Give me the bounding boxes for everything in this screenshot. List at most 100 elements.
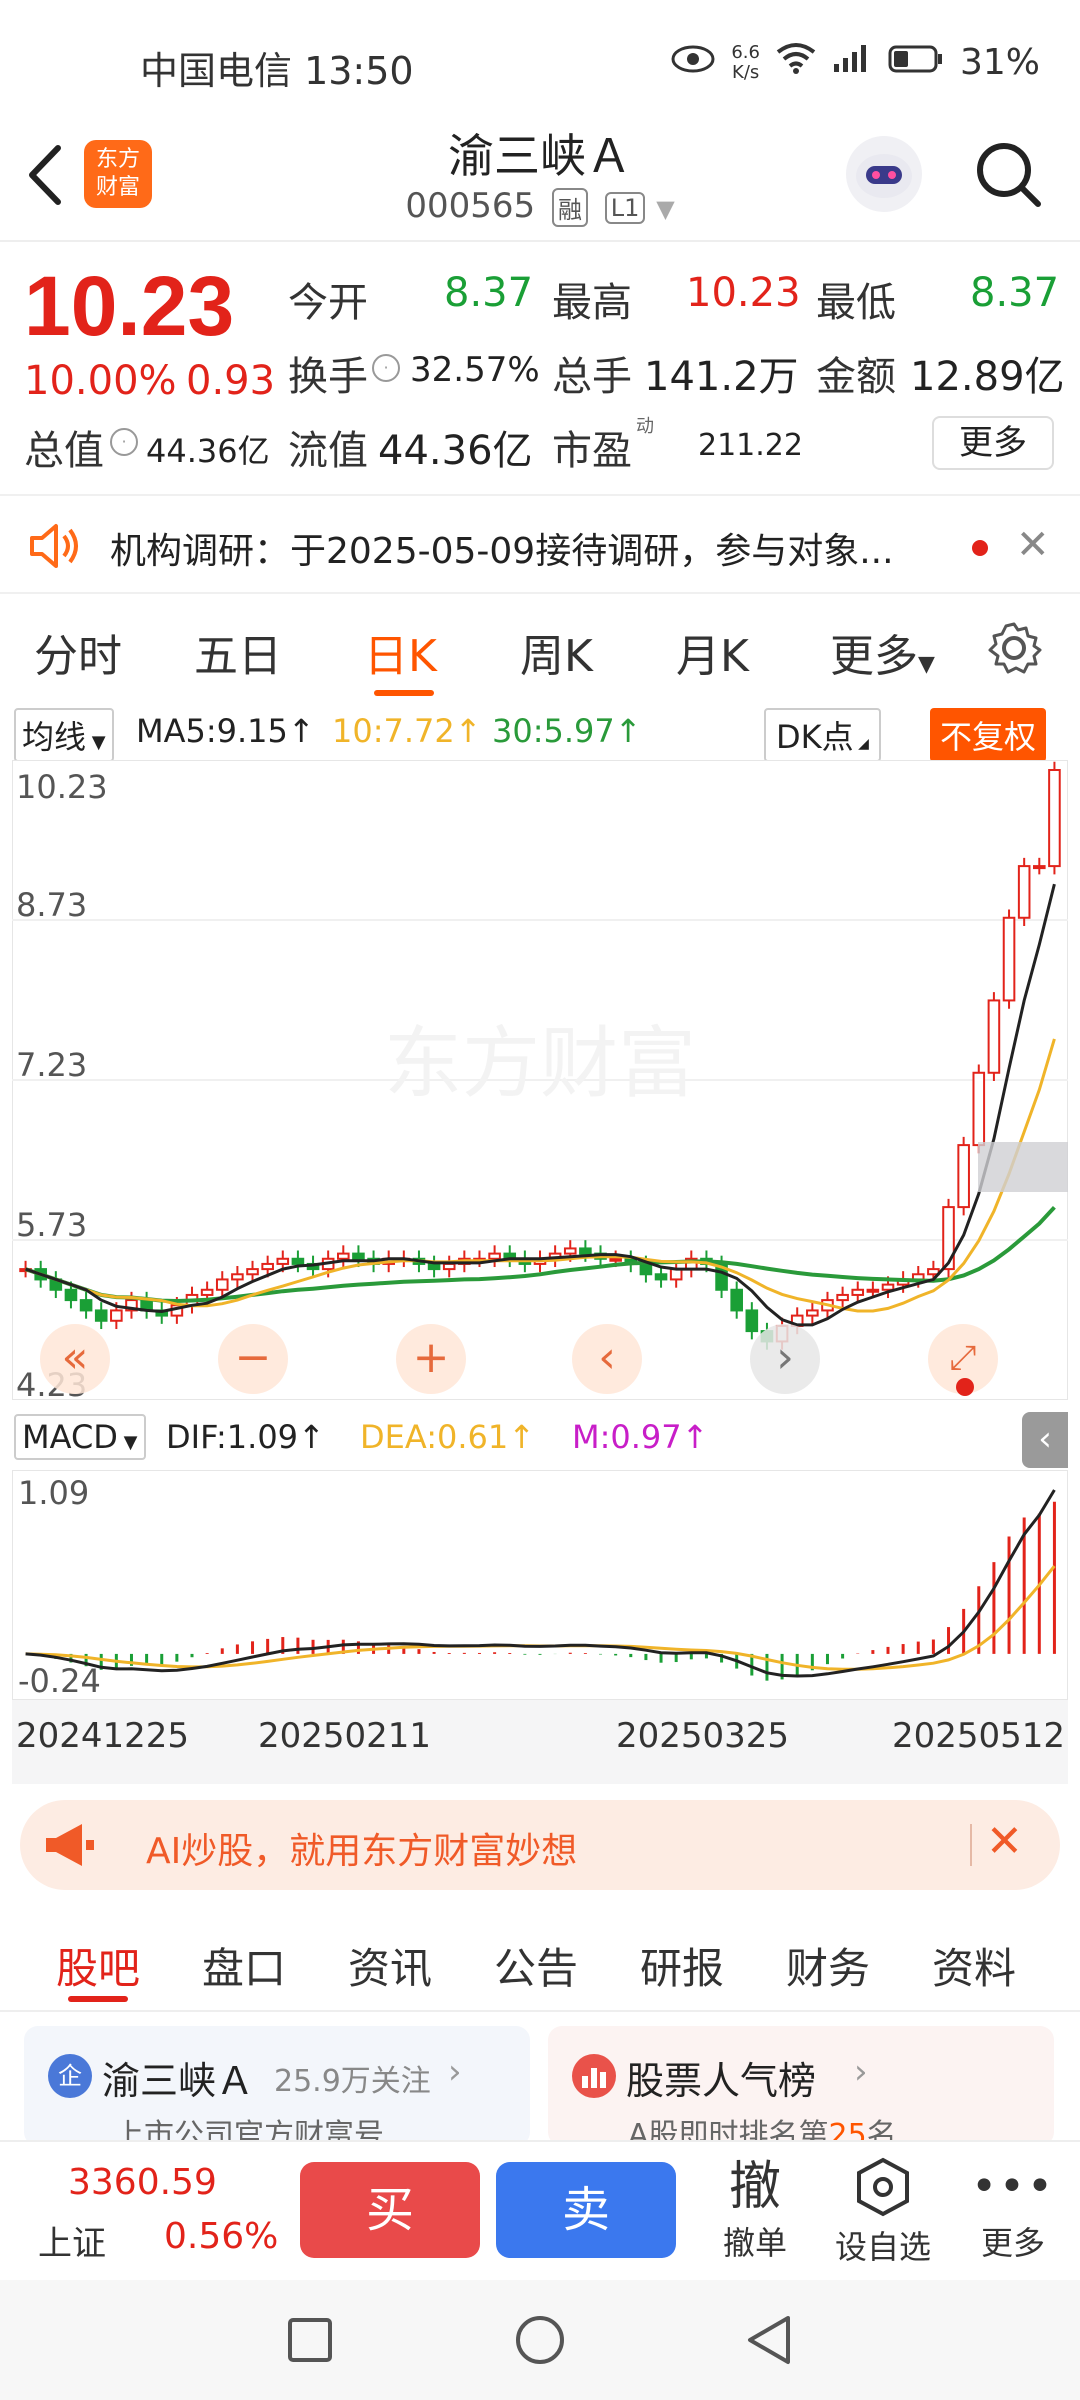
tab-research[interactable]: 研报 xyxy=(640,1935,724,1996)
macd-selector[interactable]: MACD ▼ xyxy=(14,1414,146,1460)
mktcap-value: 44.36亿 xyxy=(146,432,270,470)
gear-icon[interactable] xyxy=(986,620,1042,680)
mktcap-label: 总值 xyxy=(24,428,104,474)
more-actions-button[interactable]: ••• 更多 xyxy=(958,2156,1068,2264)
float-label: 流值 xyxy=(288,428,368,474)
divider xyxy=(0,240,1080,242)
candle xyxy=(261,1262,274,1271)
collapse-panel-button[interactable]: ‹ xyxy=(1022,1412,1068,1468)
candle xyxy=(654,1273,668,1281)
date-label: 20241225 xyxy=(16,1716,190,1756)
tab-monthly-k[interactable]: 月K xyxy=(676,620,749,684)
carrier-time: 中国电信 13:50 xyxy=(140,49,414,93)
notice-bar[interactable]: 机构调研：于2025-05-09接待调研，参与对象... ✕ xyxy=(0,494,1080,594)
search-button[interactable] xyxy=(972,138,1044,210)
candle xyxy=(745,1309,759,1333)
zoom-in-button[interactable]: + xyxy=(396,1324,466,1394)
close-icon[interactable]: ✕ xyxy=(986,1816,1023,1867)
index-value: 3360.59 xyxy=(68,2162,217,2203)
pe-label: 市盈 xyxy=(552,428,632,474)
candle xyxy=(488,1252,501,1260)
watermark: 东方财富 xyxy=(384,1019,696,1109)
axis-label: 1.09 xyxy=(18,1474,89,1512)
chevron-right-icon: › xyxy=(854,2052,868,2092)
change-amount: 0.93 xyxy=(186,358,276,404)
date-label: 20250512 xyxy=(892,1716,1066,1756)
eye-icon xyxy=(671,42,715,83)
low-label: 最低 xyxy=(816,280,896,326)
scroll-left-button[interactable]: ‹ xyxy=(572,1324,642,1394)
candle xyxy=(609,1257,622,1262)
tab-news[interactable]: 资讯 xyxy=(348,1935,432,1996)
high-value: 10.23 xyxy=(686,270,801,316)
date-axis: 20241225 20250211 20250325 20250512 xyxy=(12,1700,1068,1784)
dropdown-icon: ▼ xyxy=(656,195,675,223)
speaker-icon xyxy=(26,520,82,576)
back-icon[interactable] xyxy=(744,2314,794,2370)
tab-guba[interactable]: 股吧 xyxy=(56,1935,140,1996)
net-speed: 6.6 K/s xyxy=(731,41,760,83)
cancel-order-button[interactable]: 撤 撤单 xyxy=(700,2156,810,2264)
candle xyxy=(881,1283,895,1291)
macd-m: M:0.97↑ xyxy=(572,1418,709,1456)
macd-chart[interactable]: 1.09 -0.24 xyxy=(12,1470,1068,1700)
info-icon: · xyxy=(110,428,138,456)
scroll-right-button[interactable]: › xyxy=(750,1324,820,1394)
ai-banner[interactable]: AI炒股，就用东方财富妙想 ✕ xyxy=(20,1800,1060,1890)
tab-order-book[interactable]: 盘口 xyxy=(202,1935,286,1996)
volume-value: 141.2万 xyxy=(644,354,799,400)
candle xyxy=(215,1278,229,1291)
tab-finance[interactable]: 财务 xyxy=(786,1935,870,1996)
change-percent: 10.00% xyxy=(24,358,177,404)
sell-button[interactable]: 卖 xyxy=(496,2162,676,2258)
indicator-selector[interactable]: 均线 ▼ xyxy=(14,708,114,762)
home-icon[interactable] xyxy=(514,2314,566,2370)
macd-dea: DEA:0.61↑ xyxy=(360,1418,536,1456)
add-watchlist-button[interactable]: 设自选 xyxy=(828,2156,938,2268)
candle xyxy=(110,1309,123,1322)
candle xyxy=(352,1252,365,1260)
dk-point-button[interactable]: DK点 ◢ xyxy=(764,708,881,762)
unread-dot xyxy=(972,540,988,556)
kline-chart[interactable]: 东方财富 10.23 8.73 7.23 5.73 4.23 xyxy=(12,760,1068,1400)
close-icon[interactable]: ✕ xyxy=(1016,522,1050,568)
candle xyxy=(669,1268,683,1281)
tab-daily-k[interactable]: 日K xyxy=(364,620,437,684)
megaphone-icon xyxy=(42,1820,98,1874)
tab-intraday[interactable]: 分时 xyxy=(34,620,122,684)
tab-announcements[interactable]: 公告 xyxy=(494,1935,578,1996)
buy-button[interactable]: 买 xyxy=(300,2162,480,2258)
candle xyxy=(442,1262,456,1271)
tab-more[interactable]: 更多▼ xyxy=(830,620,935,684)
candle xyxy=(1002,916,1016,1002)
info-icon: · xyxy=(372,354,400,382)
recents-icon[interactable] xyxy=(286,2316,334,2368)
candle xyxy=(836,1293,849,1302)
stock-code: 000565 xyxy=(405,186,536,226)
candle xyxy=(579,1247,592,1255)
scroll-left-fast-button[interactable]: « xyxy=(40,1324,110,1394)
popularity-card[interactable]: 股票人气榜 › A股即时排名第25名 xyxy=(548,2026,1054,2153)
index-change: 0.56% xyxy=(164,2216,279,2257)
robot-avatar[interactable] xyxy=(846,136,922,212)
company-card[interactable]: 企 渝三峡Ａ 25.9万关注 › 上市公司官方财富号 xyxy=(24,2026,530,2153)
candle xyxy=(1048,769,1061,868)
zoom-out-button[interactable]: − xyxy=(218,1324,288,1394)
open-value: 8.37 xyxy=(444,270,534,316)
adjust-button[interactable]: 不复权 xyxy=(930,708,1047,762)
turnover-value: 32.57% xyxy=(410,350,540,390)
status-bar: 中国电信 13:50 6.6 K/s 31% xyxy=(0,0,1080,130)
candle xyxy=(231,1273,244,1281)
alert-dot xyxy=(956,1378,974,1396)
active-tab-indicator xyxy=(374,690,434,696)
candle xyxy=(866,1288,880,1293)
date-label: 20250325 xyxy=(616,1716,790,1756)
tab-profile[interactable]: 资料 xyxy=(932,1935,1016,1996)
tab-weekly-k[interactable]: 周K xyxy=(520,620,593,684)
more-quote-button[interactable]: 更多 xyxy=(932,416,1054,470)
battery-level: 31% xyxy=(959,42,1040,83)
amount-value: 12.89亿 xyxy=(910,354,1065,400)
tab-five-day[interactable]: 五日 xyxy=(194,620,282,684)
index-name: 上证 xyxy=(38,2224,106,2264)
divider xyxy=(0,2010,1080,2012)
